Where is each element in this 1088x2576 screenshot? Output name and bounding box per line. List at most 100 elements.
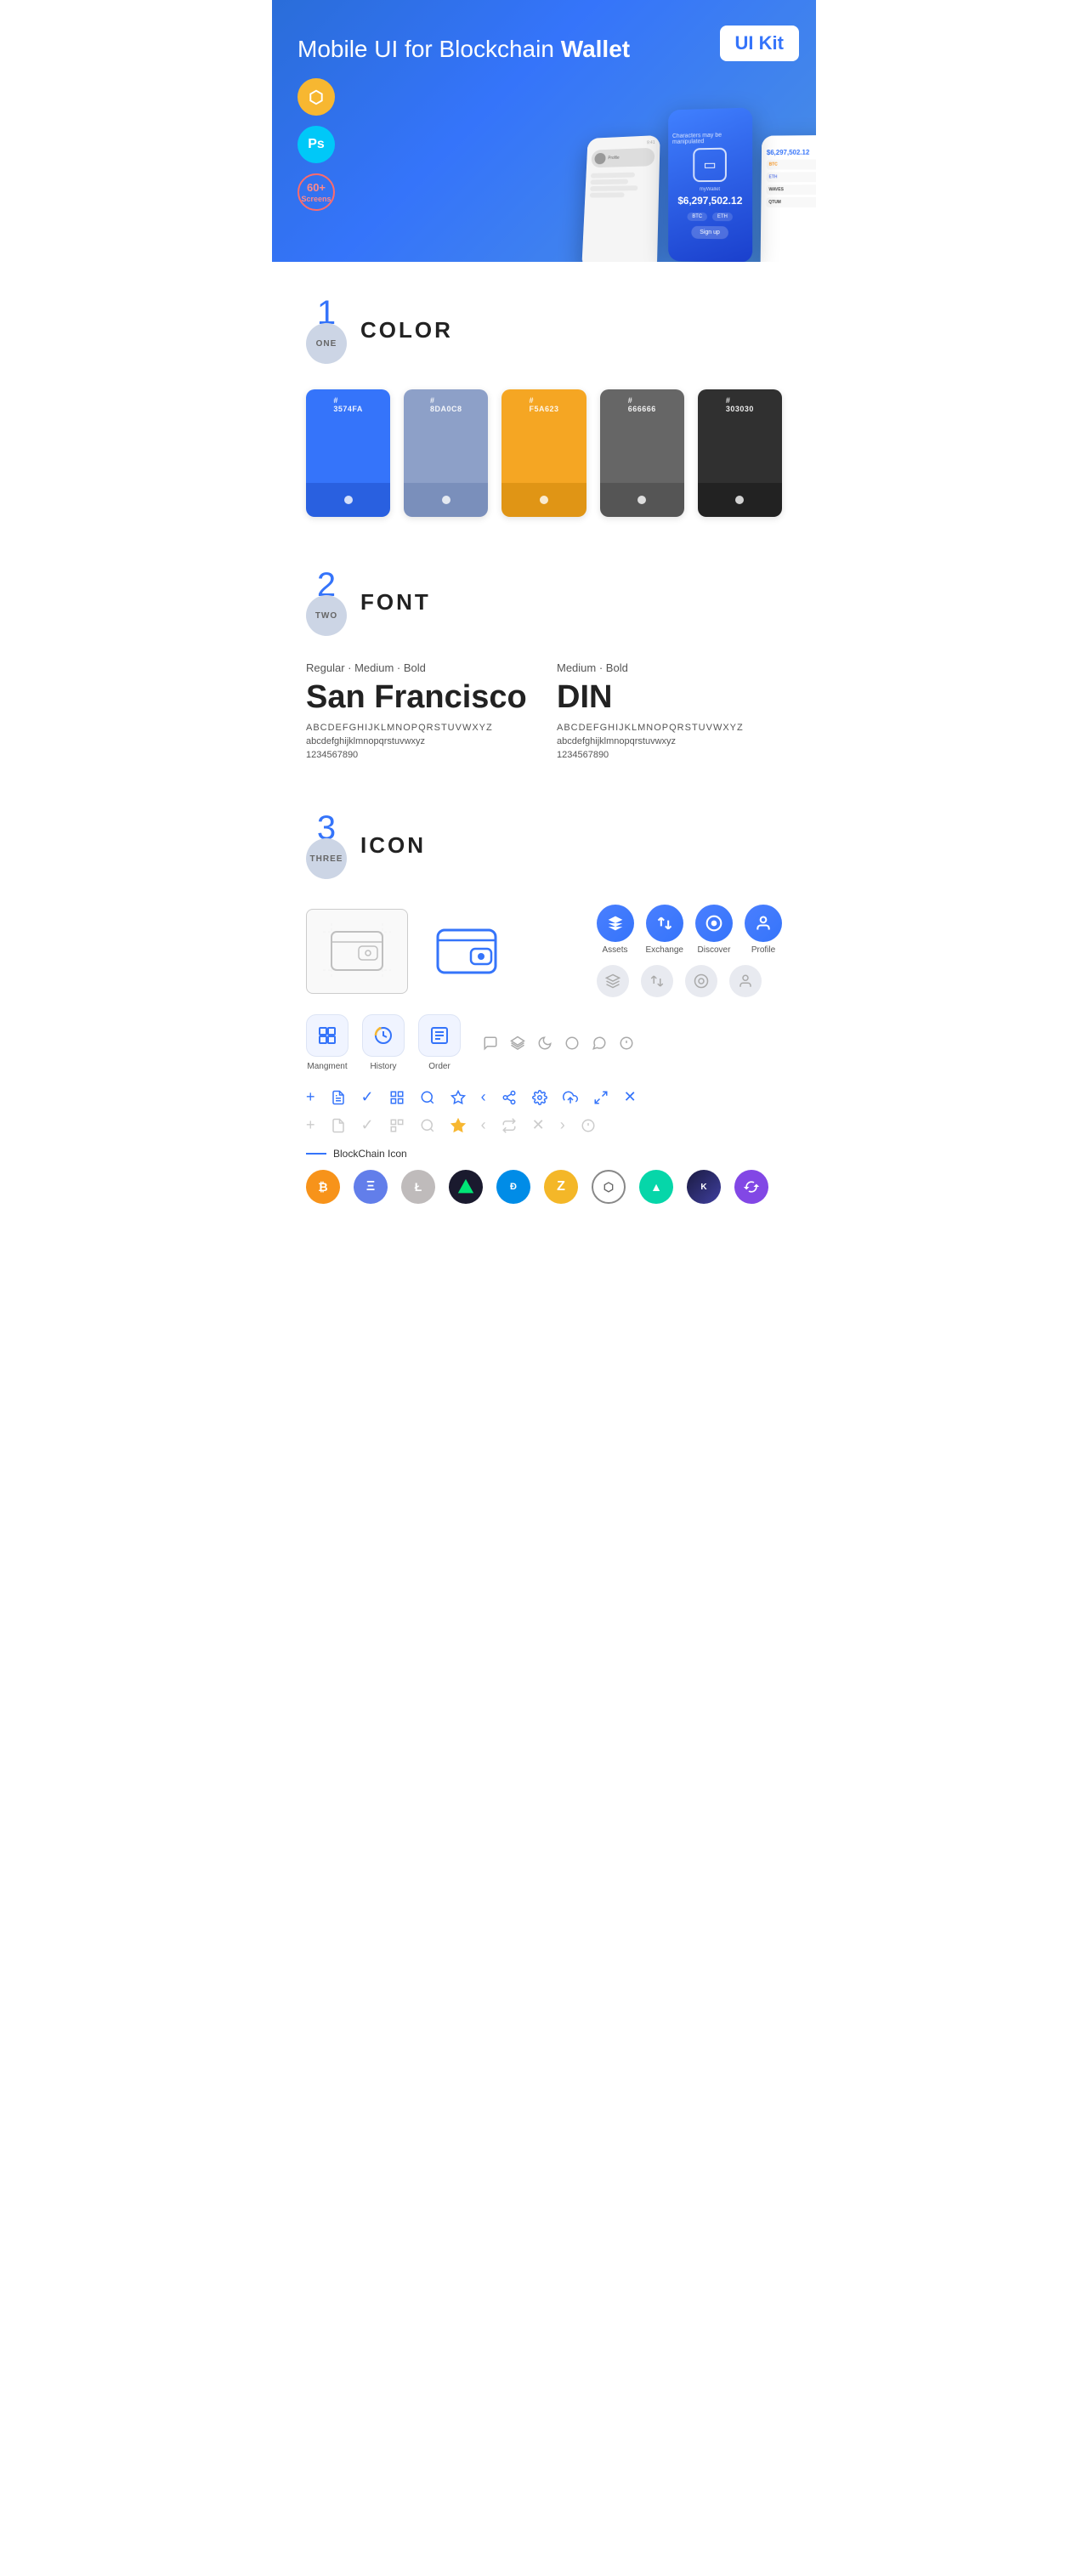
document-edit-icon-gray — [331, 1118, 346, 1133]
history-icon-item: History — [362, 1014, 405, 1071]
misc-icons-row — [483, 1036, 634, 1051]
swatch-blue: #3574FA — [306, 389, 390, 517]
hero-title-regular: Mobile UI for Blockchain — [298, 36, 561, 62]
share-icon — [502, 1090, 517, 1105]
phone-left: 9:41 Profile — [581, 135, 660, 262]
icon-section: 3 THREE ICON — [272, 777, 816, 1246]
icon-section-header: 3 THREE ICON — [306, 811, 782, 879]
nav-profile-colored: Profile — [745, 905, 782, 955]
nav-exchange-colored: Exchange — [646, 905, 683, 955]
font-sf: Regular · Medium · Bold San Francisco AB… — [306, 661, 531, 760]
icon-title: ICON — [360, 832, 426, 859]
blockchain-label-row: BlockChain Icon — [306, 1148, 782, 1160]
font-section-number: 2 TWO — [306, 568, 347, 636]
close-icon: ✕ — [624, 1088, 637, 1106]
crypto-coins-row: ₿ Ξ Ł Đ Z ⬡ ▲ K — [306, 1170, 782, 1204]
color-section: 1 ONE COLOR #3574FA #8DA0C8 #F5A623 #666… — [272, 262, 816, 534]
nav-assets-colored: Assets — [597, 905, 634, 955]
swatch-gray: #666666 — [600, 389, 684, 517]
info-icon-gray — [581, 1118, 596, 1133]
assets-icon-gray — [597, 965, 629, 997]
swatch-dark: #303030 — [698, 389, 782, 517]
order-icon-item: Order — [418, 1014, 461, 1071]
search-icon-gray — [420, 1118, 435, 1133]
management-icon-item: Mangment — [306, 1014, 348, 1071]
moon-icon — [537, 1036, 552, 1051]
nav-assets-gray — [597, 965, 629, 997]
font-section-header: 2 TWO FONT — [306, 568, 782, 636]
zcash-coin: Z — [544, 1170, 578, 1204]
blockchain-label: BlockChain Icon — [333, 1148, 407, 1160]
check-icon: ✓ — [361, 1088, 374, 1106]
neo-coin — [449, 1170, 483, 1204]
font-title: FONT — [360, 589, 431, 616]
font-grid: Regular · Medium · Bold San Francisco AB… — [306, 661, 782, 760]
font-din: Medium · Bold DIN ABCDEFGHIJKLMNOPQRSTUV… — [557, 661, 782, 760]
chevron-left-icon: ‹ — [481, 1088, 486, 1106]
history-icon — [362, 1014, 405, 1057]
discover-icon — [695, 905, 733, 942]
settings-icon — [532, 1090, 547, 1105]
phone-mockups: 9:41 Profile Characters may be manipulat… — [582, 126, 816, 262]
steem-coin: ▲ — [639, 1170, 673, 1204]
search-icon — [420, 1090, 435, 1105]
screens-badge: 60+ Screens — [298, 173, 335, 211]
profile-icon — [745, 905, 782, 942]
nav-profile-gray — [729, 965, 762, 997]
qr-icon — [389, 1090, 405, 1105]
nav-icons-group: Assets Exchange Discover — [597, 905, 782, 997]
qr-icon-gray — [389, 1118, 405, 1133]
management-icon — [306, 1014, 348, 1057]
assets-icon — [597, 905, 634, 942]
wallet-filled-icon — [425, 913, 510, 990]
sketch-badge: ⬡ — [298, 78, 335, 116]
phone-right: 9:41 $6,297,502.12 BTC 738-2003 ETH 564,… — [761, 135, 816, 262]
color-section-header: 1 ONE COLOR — [306, 296, 782, 364]
eth-coin: Ξ — [354, 1170, 388, 1204]
ps-badge: Ps — [298, 126, 335, 163]
color-swatches: #3574FA #8DA0C8 #F5A623 #666666 #303030 — [306, 389, 782, 517]
icon-section-number: 3 THREE — [306, 811, 347, 879]
layers-icon — [510, 1036, 525, 1051]
discover-icon-gray — [685, 965, 717, 997]
circle-icon — [564, 1036, 580, 1051]
arrows-icon-gray — [502, 1118, 517, 1133]
matic-coin — [734, 1170, 768, 1204]
chat-icon — [483, 1036, 498, 1051]
wallet-wireframe-icon — [306, 909, 408, 994]
grid-coin: ⬡ — [592, 1170, 626, 1204]
star-icon — [450, 1090, 466, 1105]
nav-discover-gray — [685, 965, 717, 997]
expand-icon — [593, 1090, 609, 1105]
swatch-orange: #F5A623 — [502, 389, 586, 517]
phone-center: Characters may be manipulated ▭ myWallet… — [668, 108, 752, 263]
icon-bottom-row: Mangment History Order — [306, 1014, 782, 1071]
color-section-number: 1 ONE — [306, 296, 347, 364]
hero-title-bold: Wallet — [561, 36, 630, 62]
message-icon — [592, 1036, 607, 1051]
order-icon — [418, 1014, 461, 1057]
document-edit-icon — [331, 1090, 346, 1105]
x-icon-gray: ✕ — [532, 1116, 545, 1134]
ltc-coin: Ł — [401, 1170, 435, 1204]
profile-icon-gray — [729, 965, 762, 997]
blockchain-line — [306, 1153, 326, 1155]
check-icon-gray: ✓ — [361, 1116, 374, 1134]
ui-kit-badge: UI Kit — [720, 26, 799, 61]
font-section: 2 TWO FONT Regular · Medium · Bold San F… — [272, 534, 816, 777]
plus-icon-gray: + — [306, 1116, 315, 1134]
nav-exchange-gray — [641, 965, 673, 997]
swatch-slate: #8DA0C8 — [404, 389, 488, 517]
upload-icon — [563, 1090, 578, 1105]
hero-section: Mobile UI for Blockchain Wallet ⬡ Ps 60+… — [272, 0, 816, 262]
plus-icon: + — [306, 1088, 315, 1106]
hero-title: Mobile UI for Blockchain Wallet — [298, 34, 790, 65]
color-title: COLOR — [360, 317, 453, 343]
icon-main-row: Assets Exchange Discover — [306, 905, 782, 997]
exchange-icon — [646, 905, 683, 942]
chevron-left-icon-gray: ‹ — [481, 1116, 486, 1134]
btc-coin: ₿ — [306, 1170, 340, 1204]
arrow-right-gray: › — [560, 1116, 565, 1134]
exchange-icon-gray — [641, 965, 673, 997]
nav-discover-colored: Discover — [695, 905, 733, 955]
